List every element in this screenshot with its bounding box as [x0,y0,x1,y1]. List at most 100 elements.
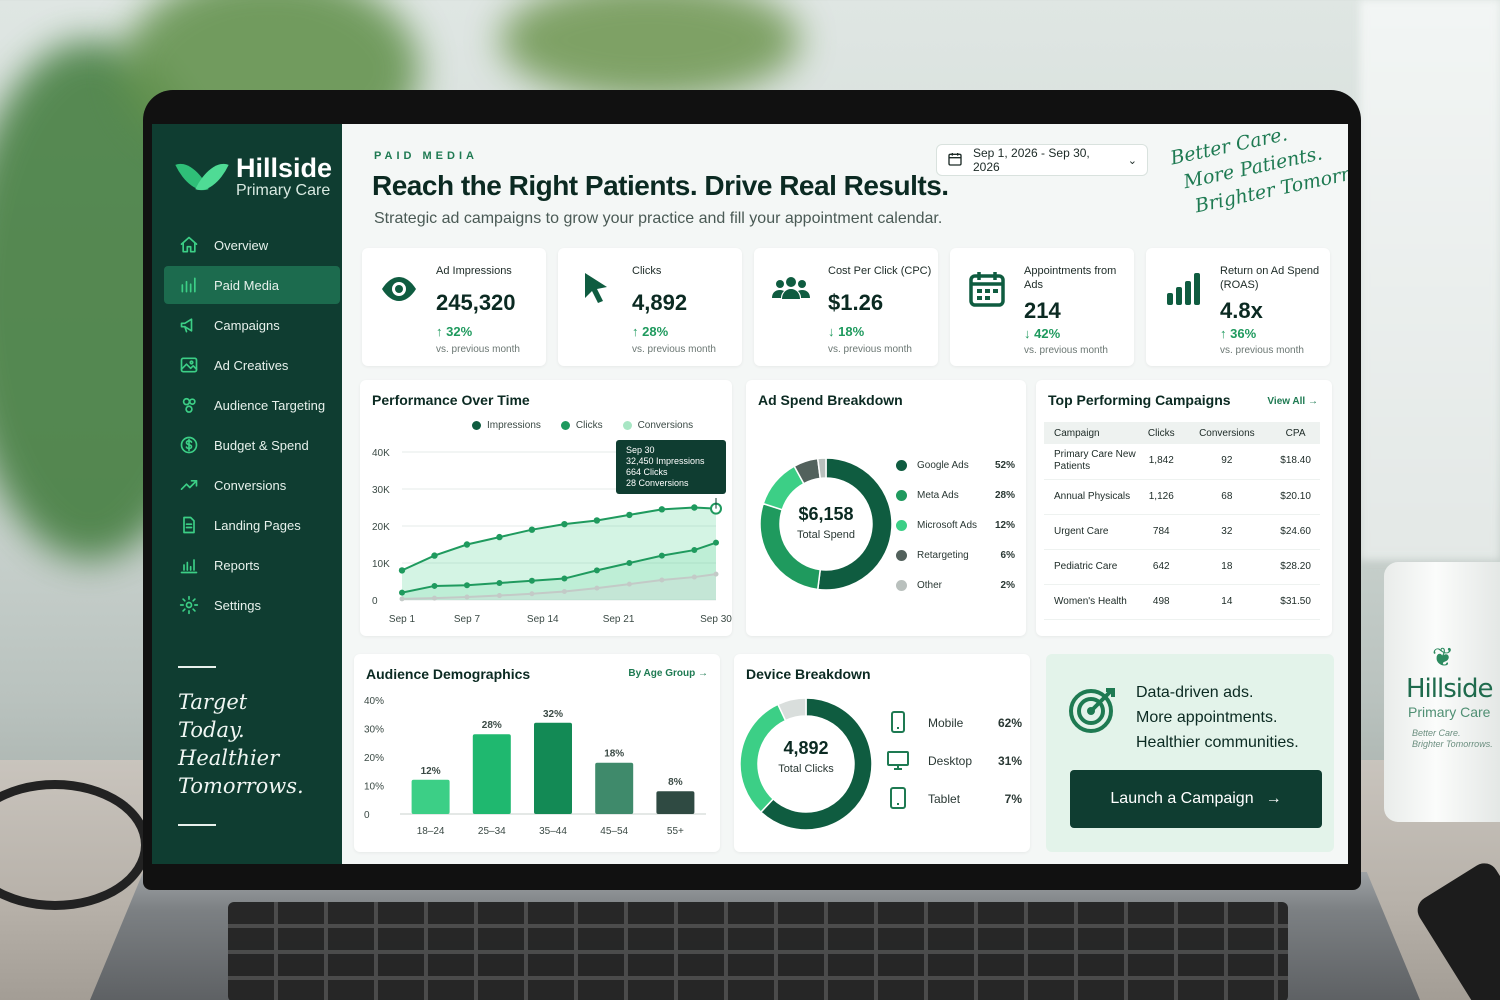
sidebar-item-label: Campaigns [214,317,280,333]
kpi-card-clicks[interactable]: Clicks 4,892 ↑ 28% vs. previous month [558,248,742,366]
data-point [463,582,470,589]
data-point [431,595,437,601]
column-header[interactable]: Clicks [1140,422,1183,444]
kpi-card-impressions[interactable]: Ad Impressions 245,320 ↑ 32% vs. previou… [362,248,546,366]
data-label: 32% [543,709,563,720]
data-point [658,552,665,559]
conversions-cell: 68 [1182,479,1272,515]
sidebar-item-conversions[interactable]: Conversions [164,466,340,504]
kpi-value: 214 [1024,298,1061,323]
age-bar-chart[interactable]: 0 10% 20% 30% 40% 12% 18–24 28% 25–34 32% 35–44 18%… [354,654,720,852]
sidebar-item-label: Overview [214,237,269,253]
sidebar-item-ad-creatives[interactable]: Ad Creatives [164,346,340,384]
legend-swatch [896,519,907,531]
kpi-note: vs. previous month [1220,345,1304,356]
image-icon [178,354,200,376]
kpi-value: 245,320 [436,290,516,315]
sidebar-quote: Target Today. Healthier Tomorrows. [178,688,304,800]
performance-line-chart[interactable]: 0 10K 20K 30K 40K Sep 1 Sep 7 Sep 14 Sep 21 Sep 3… [360,380,732,636]
clicks-cell: 498 [1140,584,1183,620]
sidebar-item-campaigns[interactable]: Campaigns [164,306,340,344]
button-label: Launch a Campaign [1110,790,1254,807]
tooltip-date: Sep 30 [626,445,655,455]
cpa-cell: $24.60 [1271,514,1320,550]
legend-swatch [896,459,907,471]
arrow-up-icon: ↑ [632,324,643,339]
calendar-icon [947,151,963,170]
spend-legend-item[interactable]: Other 2% [896,570,1015,600]
spend-legend-item[interactable]: Retargeting 6% [896,540,1015,570]
kpi-card-cpc[interactable]: Cost Per Click (CPC) $1.26 ↓ 18% vs. pre… [754,248,938,366]
table-row[interactable]: Primary Care New Patients 1,842 92 $18.40 [1044,444,1320,480]
view-all-link[interactable]: View All → [1267,396,1318,407]
spend-legend-item[interactable]: Microsoft Ads 12% [896,510,1015,540]
date-range-value: Sep 1, 2026 - Sep 30, 2026 [973,146,1090,174]
spend-legend: Google Ads 52% Meta Ads 28% Microsoft Ads 1… [896,450,1015,600]
launch-campaign-button[interactable]: Launch a Campaign → [1070,770,1322,828]
sidebar-item-paid-media[interactable]: Paid Media [164,266,340,304]
brand-logo[interactable]: Hillside Primary Care [175,154,332,200]
cta-line: Healthier communities. [1136,734,1299,751]
kpi-note: vs. previous month [1024,345,1108,356]
spend-legend-item[interactable]: Google Ads 52% [896,450,1015,480]
column-header[interactable]: Campaign [1044,422,1140,444]
sidebar-item-settings[interactable]: Settings [164,586,340,624]
y-tick-label: 40% [364,696,384,707]
column-header[interactable]: Conversions [1182,422,1272,444]
data-point [496,579,503,586]
campaigns-table: Campaign Clicks Conversions CPA Primary … [1044,422,1320,620]
sidebar-item-reports[interactable]: Reports [164,546,340,584]
kpi-card-appointments[interactable]: Appointments from Ads 214 ↓ 42% vs. prev… [950,248,1134,366]
x-tick-label: 55+ [667,826,684,837]
kpi-card-roas[interactable]: Return on Ad Spend (ROAS) 4.8x ↑ 36% vs.… [1146,248,1330,366]
x-tick-label: 35–44 [539,826,567,837]
sidebar-item-overview[interactable]: Overview [164,226,340,264]
legend-label: Desktop [928,754,973,768]
device-legend-item[interactable]: Desktop 31% [886,742,1022,780]
campaign-name: Primary Care New Patients [1044,444,1140,480]
legend-label: Other [917,579,943,591]
cpa-cell: $31.50 [1271,584,1320,620]
device-legend-item[interactable]: Mobile 62% [886,704,1022,742]
arrow-up-icon: ↑ [1220,326,1231,341]
x-tick-label: Sep 1 [389,614,416,625]
kpi-value: $1.26 [828,290,884,315]
table-row[interactable]: Pediatric Care 642 18 $28.20 [1044,549,1320,585]
x-tick-label: Sep 14 [527,614,559,625]
legend-swatch [896,549,907,561]
table-row[interactable]: Urgent Care 784 32 $24.60 [1044,514,1320,550]
legend-label: Retargeting [917,549,969,561]
table-row[interactable]: Annual Physicals 1,126 68 $20.10 [1044,479,1320,515]
device-legend-item[interactable]: Tablet 7% [886,780,1022,818]
cpa-cell: $20.10 [1271,479,1320,515]
clicks-cell: 1,126 [1140,479,1183,515]
spend-legend-item[interactable]: Meta Ads 28% [896,480,1015,510]
sidebar-item-budget-spend[interactable]: Budget & Spend [164,426,340,464]
smartphone-icon [886,710,922,737]
total-clicks-value: 4,892 [783,738,829,758]
cursor-icon [572,266,618,312]
home-icon [178,234,200,256]
conversions-cell: 92 [1182,444,1272,480]
arrow-up-icon: ↑ [436,324,447,339]
handwritten-tagline: Better Care. More Patients. Brighter Tom… [1168,124,1348,222]
table-row[interactable]: Women's Health 498 14 $31.50 [1044,584,1320,620]
main-content: PAID MEDIA Reach the Right Patients. Dri… [342,124,1348,864]
legend-value: 7% [1004,792,1022,806]
y-tick-label: 0 [372,596,378,607]
chart-tooltip: Sep 30 32,450 Impressions 664 Clicks 28 … [616,440,726,494]
data-point [626,581,632,587]
sidebar-item-landing-pages[interactable]: Landing Pages [164,506,340,544]
data-point [691,504,698,511]
date-range-picker[interactable]: Sep 1, 2026 - Sep 30, 2026 ⌄ [936,144,1148,176]
top-campaigns-panel: Top Performing Campaigns View All → Camp… [1036,380,1332,636]
sidebar-item-audience-targeting[interactable]: Audience Targeting [164,386,340,424]
audience-panel: Audience Demographics By Age Group → 0 10… [354,654,720,852]
trend-up-icon [178,474,200,496]
data-point [594,585,600,591]
kpi-value: 4.8x [1220,298,1263,323]
tooltip-line: 32,450 Impressions [626,456,705,466]
column-header[interactable]: CPA [1271,422,1320,444]
arrow-down-icon: ↓ [828,324,839,339]
clicks-cell: 642 [1140,549,1183,585]
